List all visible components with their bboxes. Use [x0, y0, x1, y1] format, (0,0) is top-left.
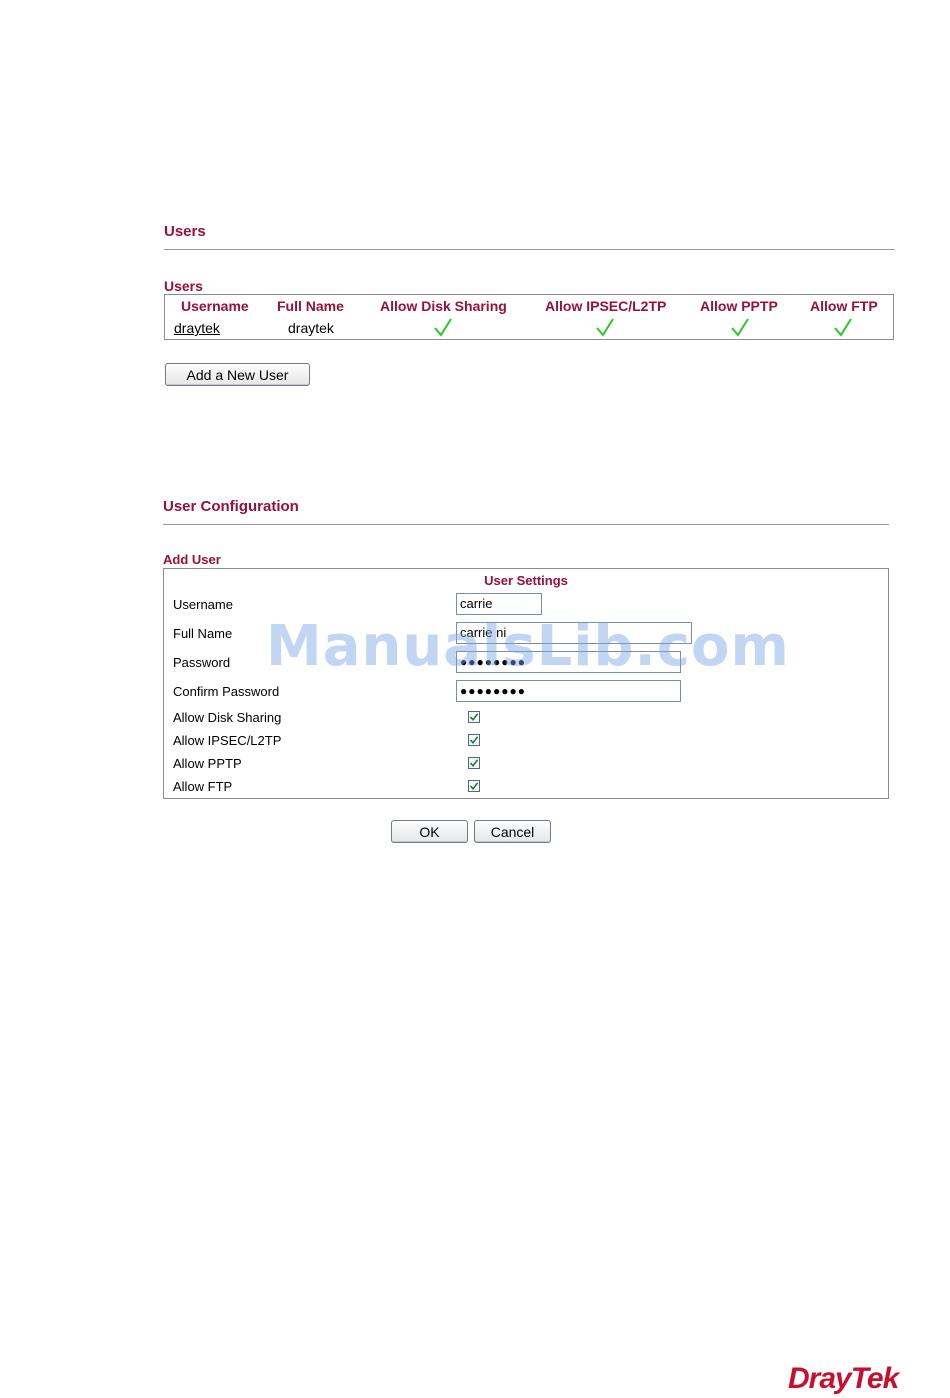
allow-ipsec-checkbox[interactable]	[468, 734, 480, 746]
users-divider	[164, 249, 895, 250]
username-link[interactable]: draytek	[174, 320, 220, 336]
checkmark-icon	[469, 782, 479, 791]
users-table-label: Users	[164, 278, 203, 294]
confirm-password-input[interactable]: ●●●●●●●●	[456, 680, 681, 702]
column-header-disk-sharing: Allow Disk Sharing	[380, 298, 507, 314]
allow-pptp-checkbox[interactable]	[468, 757, 480, 769]
watermark: ManualsLib.com	[266, 614, 790, 679]
column-header-ftp: Allow FTP	[810, 298, 878, 314]
allow-ipsec-label: Allow IPSEC/L2TP	[173, 733, 282, 748]
full-name-label: Full Name	[173, 626, 233, 641]
config-section-title: User Configuration	[163, 498, 299, 515]
password-label: Password	[173, 655, 231, 670]
column-header-username: Username	[181, 298, 249, 314]
cancel-button[interactable]: Cancel	[474, 820, 551, 843]
checkmark-icon	[469, 736, 479, 745]
user-settings-form: User Settings Username carrie Full Name …	[163, 568, 889, 799]
checkmark-icon	[469, 713, 479, 722]
user-settings-heading: User Settings	[484, 573, 568, 588]
username-label: Username	[173, 597, 233, 612]
allow-pptp-label: Allow PPTP	[173, 756, 242, 771]
allow-disk-sharing-label: Allow Disk Sharing	[173, 710, 282, 725]
username-input[interactable]: carrie	[456, 593, 542, 615]
column-header-pptp: Allow PPTP	[700, 298, 778, 314]
ok-button[interactable]: OK	[391, 820, 468, 843]
allow-ftp-label: Allow FTP	[173, 779, 233, 794]
draytek-logo: DrayTek	[788, 1362, 899, 1395]
allow-disk-sharing-checkbox[interactable]	[468, 711, 480, 723]
add-user-label: Add User	[163, 552, 221, 567]
disk-sharing-check-icon	[434, 318, 452, 337]
full-name-cell: draytek	[288, 320, 334, 336]
users-section-title: Users	[164, 223, 206, 240]
pptp-check-icon	[731, 318, 749, 337]
users-table: Username Full Name Allow Disk Sharing Al…	[164, 294, 894, 340]
column-header-full-name: Full Name	[277, 298, 344, 314]
ipsec-check-icon	[596, 318, 614, 337]
ftp-check-icon	[834, 318, 852, 337]
add-new-user-button[interactable]: Add a New User	[165, 363, 310, 386]
config-divider	[163, 524, 889, 525]
column-header-ipsec-l2tp: Allow IPSEC/L2TP	[545, 298, 667, 314]
confirm-password-label: Confirm Password	[173, 684, 280, 699]
checkmark-icon	[469, 759, 479, 768]
allow-ftp-checkbox[interactable]	[468, 780, 480, 792]
